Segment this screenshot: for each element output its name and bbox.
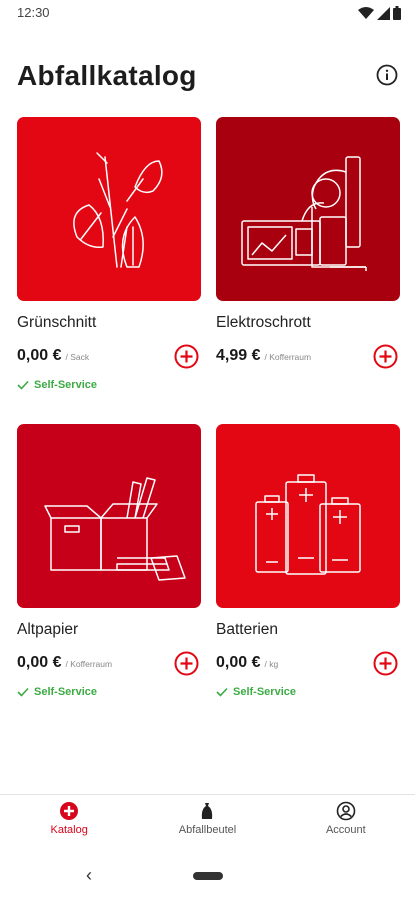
add-icon[interactable] — [373, 344, 398, 369]
catalog-card-altpapier[interactable]: Altpapier 0,00 € / Kofferraum Self-Servi… — [17, 424, 201, 698]
status-bar: 12:30 — [0, 0, 415, 26]
tile-image[interactable] — [216, 424, 400, 608]
system-nav-bar: ‹ — [0, 848, 415, 900]
waste-bag-icon — [202, 803, 213, 819]
item-price: 0,00 € — [17, 347, 62, 364]
add-icon[interactable] — [373, 651, 398, 676]
plant-icon — [73, 152, 163, 268]
price-row: 0,00 € / kg — [216, 654, 278, 672]
item-price: 0,00 € — [216, 654, 261, 671]
self-service-label: Self-Service — [34, 686, 97, 698]
self-service-badge: Self-Service — [17, 686, 97, 698]
item-price: 4,99 € — [216, 347, 261, 364]
info-icon[interactable] — [376, 64, 398, 86]
batteries-icon — [255, 474, 361, 575]
catalog-card-elektroschrott[interactable]: Elektroschrott 4,99 € / Kofferraum — [216, 117, 400, 369]
price-row: 0,00 € / Sack — [17, 347, 89, 365]
battery-icon — [393, 6, 401, 20]
page-title: Abfallkatalog — [17, 60, 197, 91]
catalog-card-batterien[interactable]: Batterien 0,00 € / kg Self-Service — [216, 424, 400, 698]
nav-abfallbeutel[interactable]: Abfallbeutel — [138, 795, 276, 848]
add-icon[interactable] — [174, 651, 199, 676]
appliances-icon — [241, 156, 367, 271]
tile-image[interactable] — [17, 117, 201, 301]
status-time: 12:30 — [17, 5, 50, 20]
item-unit: / Kofferraum — [264, 352, 312, 362]
self-service-label: Self-Service — [233, 686, 296, 698]
cell-signal-icon — [377, 6, 390, 20]
check-icon — [17, 380, 29, 390]
nav-account[interactable]: Account — [277, 795, 415, 848]
price-row: 0,00 € / Kofferraum — [17, 654, 112, 672]
item-name: Altpapier — [17, 621, 79, 638]
item-unit: / Sack — [65, 352, 90, 362]
nav-label: Katalog — [50, 824, 88, 836]
nav-label: Account — [325, 824, 366, 836]
check-icon — [17, 687, 29, 697]
item-unit: / Kofferraum — [65, 659, 113, 669]
add-icon[interactable] — [174, 344, 199, 369]
back-chevron-icon[interactable]: ‹ — [86, 865, 92, 886]
self-service-badge: Self-Service — [216, 686, 296, 698]
check-icon — [216, 687, 228, 697]
self-service-label: Self-Service — [34, 379, 97, 391]
nav-katalog[interactable]: Katalog — [0, 795, 138, 848]
self-service-badge: Self-Service — [17, 379, 97, 391]
item-name: Batterien — [216, 621, 279, 638]
account-icon — [336, 801, 356, 821]
item-name: Grünschnitt — [17, 314, 97, 331]
bottom-nav: Katalog Abfallbeutel Account — [0, 794, 415, 848]
item-price: 0,00 € — [17, 654, 62, 671]
home-pill[interactable] — [193, 872, 223, 880]
header: Abfallkatalog — [17, 58, 400, 94]
tile-image[interactable] — [216, 117, 400, 301]
price-row: 4,99 € / Kofferraum — [216, 347, 311, 365]
tile-image[interactable] — [17, 424, 201, 608]
item-unit: / kg — [264, 659, 279, 669]
item-name: Elektroschrott — [216, 314, 311, 331]
catalog-card-gruenschnitt[interactable]: Grünschnitt 0,00 € / Sack Self-Service — [17, 117, 201, 391]
wifi-icon — [358, 6, 374, 19]
paper-box-icon — [44, 477, 186, 581]
status-icons — [358, 6, 401, 20]
nav-label: Abfallbeutel — [178, 824, 237, 836]
catalog-plus-icon — [60, 802, 79, 820]
